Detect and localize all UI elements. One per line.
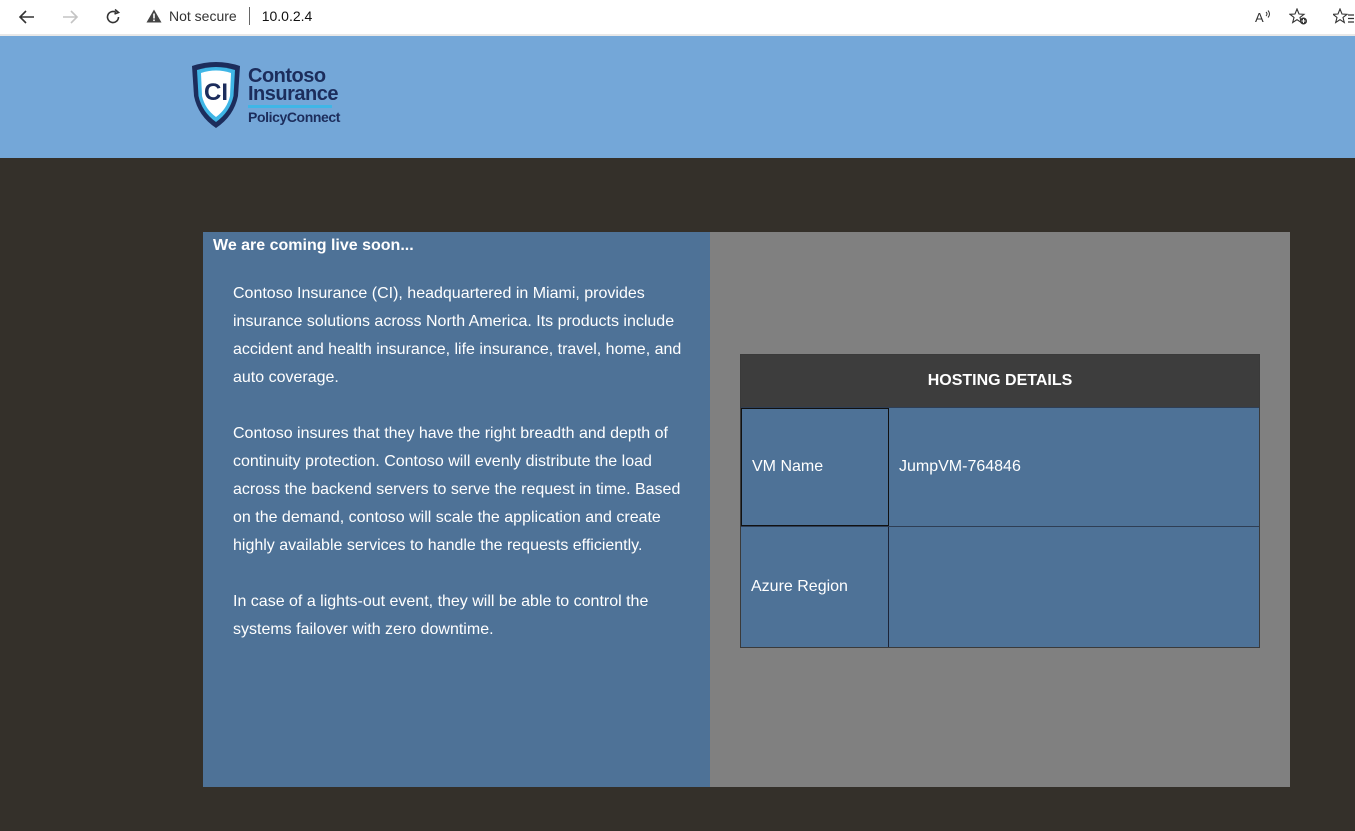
svg-text:A: A xyxy=(1255,10,1264,25)
warning-triangle-icon[interactable] xyxy=(145,8,163,24)
hosting-details-title: HOSTING DETAILS xyxy=(741,355,1259,407)
azure-region-label: Azure Region xyxy=(741,527,889,647)
coming-soon-heading: We are coming live soon... xyxy=(213,237,414,254)
company-logo[interactable]: CI Contoso Insurance PolicyConnect xyxy=(188,60,340,132)
azure-region-value xyxy=(889,527,1259,647)
logo-wordmark: Contoso Insurance PolicyConnect xyxy=(248,66,340,124)
intro-section: We are coming live soon... Contoso Insur… xyxy=(203,232,710,787)
address-bar[interactable]: Not secure 10.0.2.4 xyxy=(145,4,312,28)
vm-name-value: JumpVM-764846 xyxy=(899,458,1021,475)
hosting-details-table: HOSTING DETAILS VM Name JumpVM-764846 Az… xyxy=(740,354,1260,648)
favorites-icon[interactable] xyxy=(1330,3,1355,31)
back-arrow-icon[interactable] xyxy=(13,3,41,31)
logo-insurance-text: Insurance xyxy=(248,83,338,105)
logo-underline xyxy=(248,105,332,108)
svg-text:CI: CI xyxy=(204,79,228,106)
url-text[interactable]: 10.0.2.4 xyxy=(262,8,313,24)
forward-arrow-icon[interactable] xyxy=(56,3,84,31)
content-panel: We are coming live soon... Contoso Insur… xyxy=(203,232,1290,787)
browser-toolbar: Not secure 10.0.2.4 A xyxy=(0,0,1355,34)
table-row: VM Name JumpVM-764846 xyxy=(741,407,1259,526)
read-aloud-icon[interactable]: A xyxy=(1250,3,1278,31)
add-favorite-icon[interactable] xyxy=(1285,3,1313,31)
intro-paragraph: Contoso Insurance (CI), headquartered in… xyxy=(233,285,682,386)
intro-text: Contoso Insurance (CI), headquartered in… xyxy=(233,280,685,672)
site-header: CI Contoso Insurance PolicyConnect xyxy=(0,36,1355,158)
table-row: Azure Region xyxy=(741,526,1259,647)
refresh-icon[interactable] xyxy=(99,3,127,31)
intro-paragraph: Contoso insures that they have the right… xyxy=(233,425,681,554)
shield-logo-icon: CI xyxy=(192,62,240,128)
logo-policyconnect-text: PolicyConnect xyxy=(248,109,341,125)
address-separator xyxy=(248,7,250,25)
security-status[interactable]: Not secure xyxy=(169,8,237,24)
vm-name-label: VM Name xyxy=(741,408,889,526)
intro-paragraph: In case of a lights-out event, they will… xyxy=(233,593,649,638)
